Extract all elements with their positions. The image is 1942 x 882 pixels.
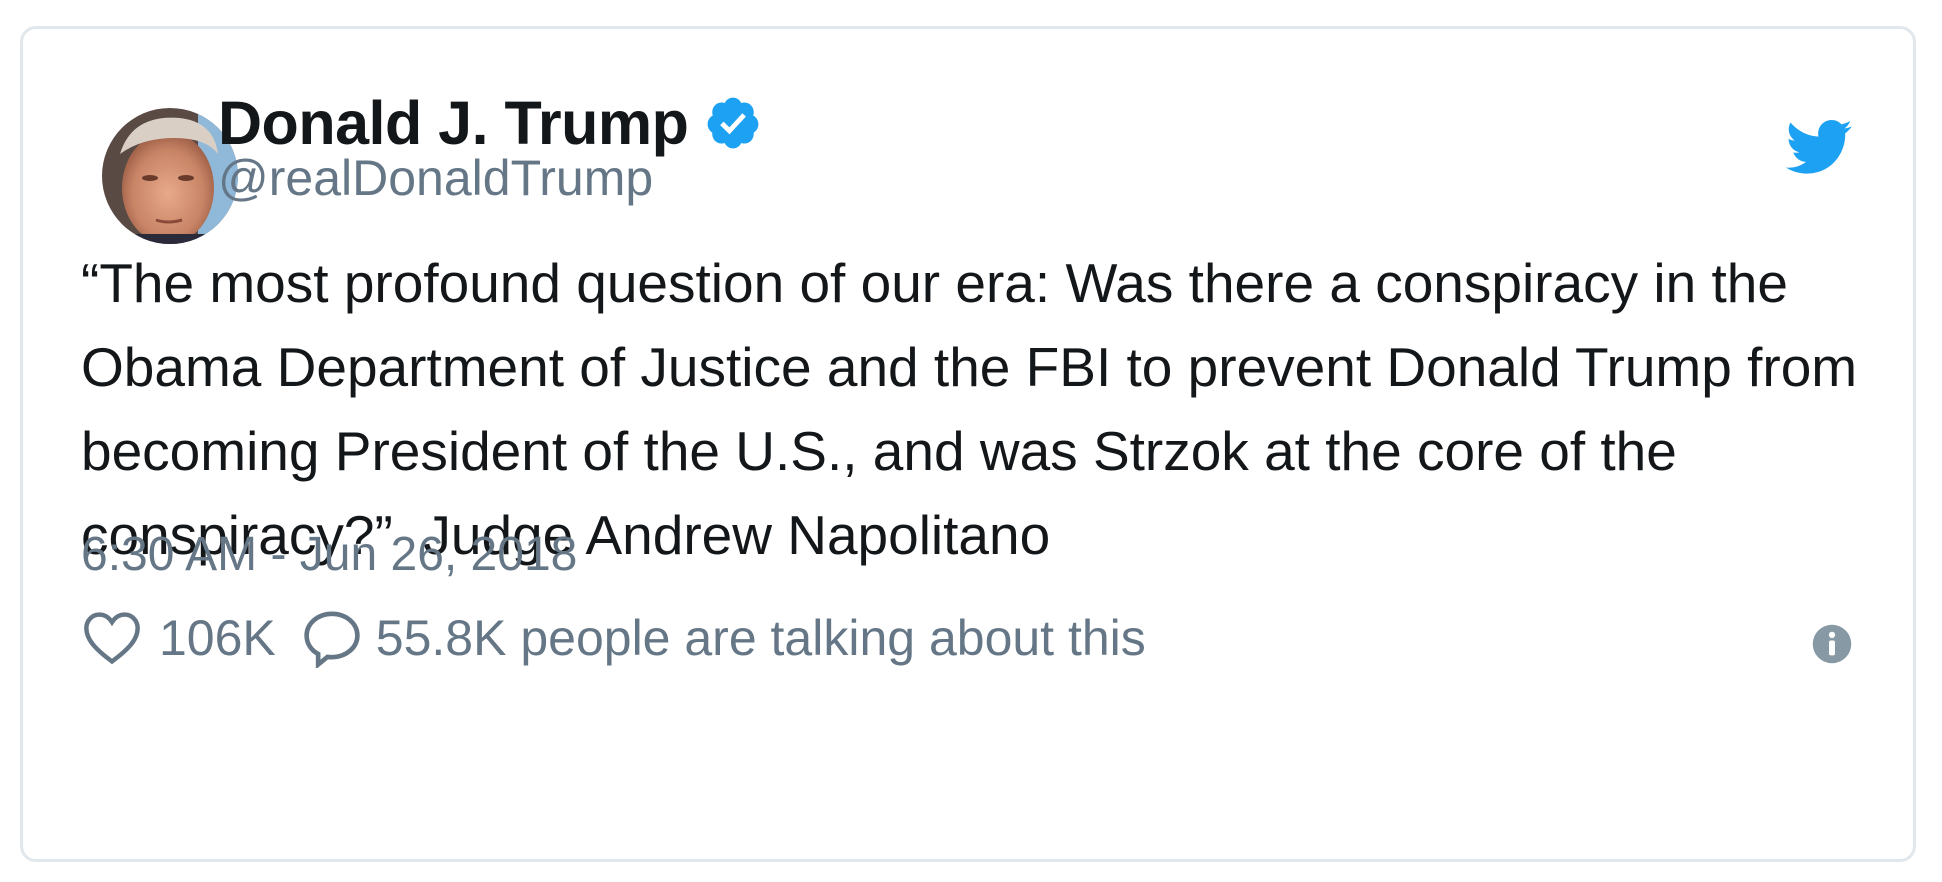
heart-icon[interactable] <box>83 611 141 665</box>
talking-count[interactable]: 55.8K people are talking about this <box>376 609 1146 667</box>
twitter-bird-icon[interactable] <box>1783 117 1853 177</box>
tweet-timestamp[interactable]: 6:30 AM - Jun 26, 2018 <box>81 527 577 582</box>
author-display-name[interactable]: Donald J. Trump <box>218 88 689 158</box>
info-icon[interactable] <box>1811 623 1853 665</box>
author-handle[interactable]: @realDonaldTrump <box>218 149 653 207</box>
reply-bubble-icon[interactable] <box>302 608 362 668</box>
tweet-actions: 106K 55.8K people are talking about this <box>83 605 1146 671</box>
like-count[interactable]: 106K <box>159 609 276 667</box>
tweet-card: Donald J. Trump @realDonaldTrump “The mo… <box>20 26 1916 862</box>
verified-badge-icon <box>707 97 759 149</box>
